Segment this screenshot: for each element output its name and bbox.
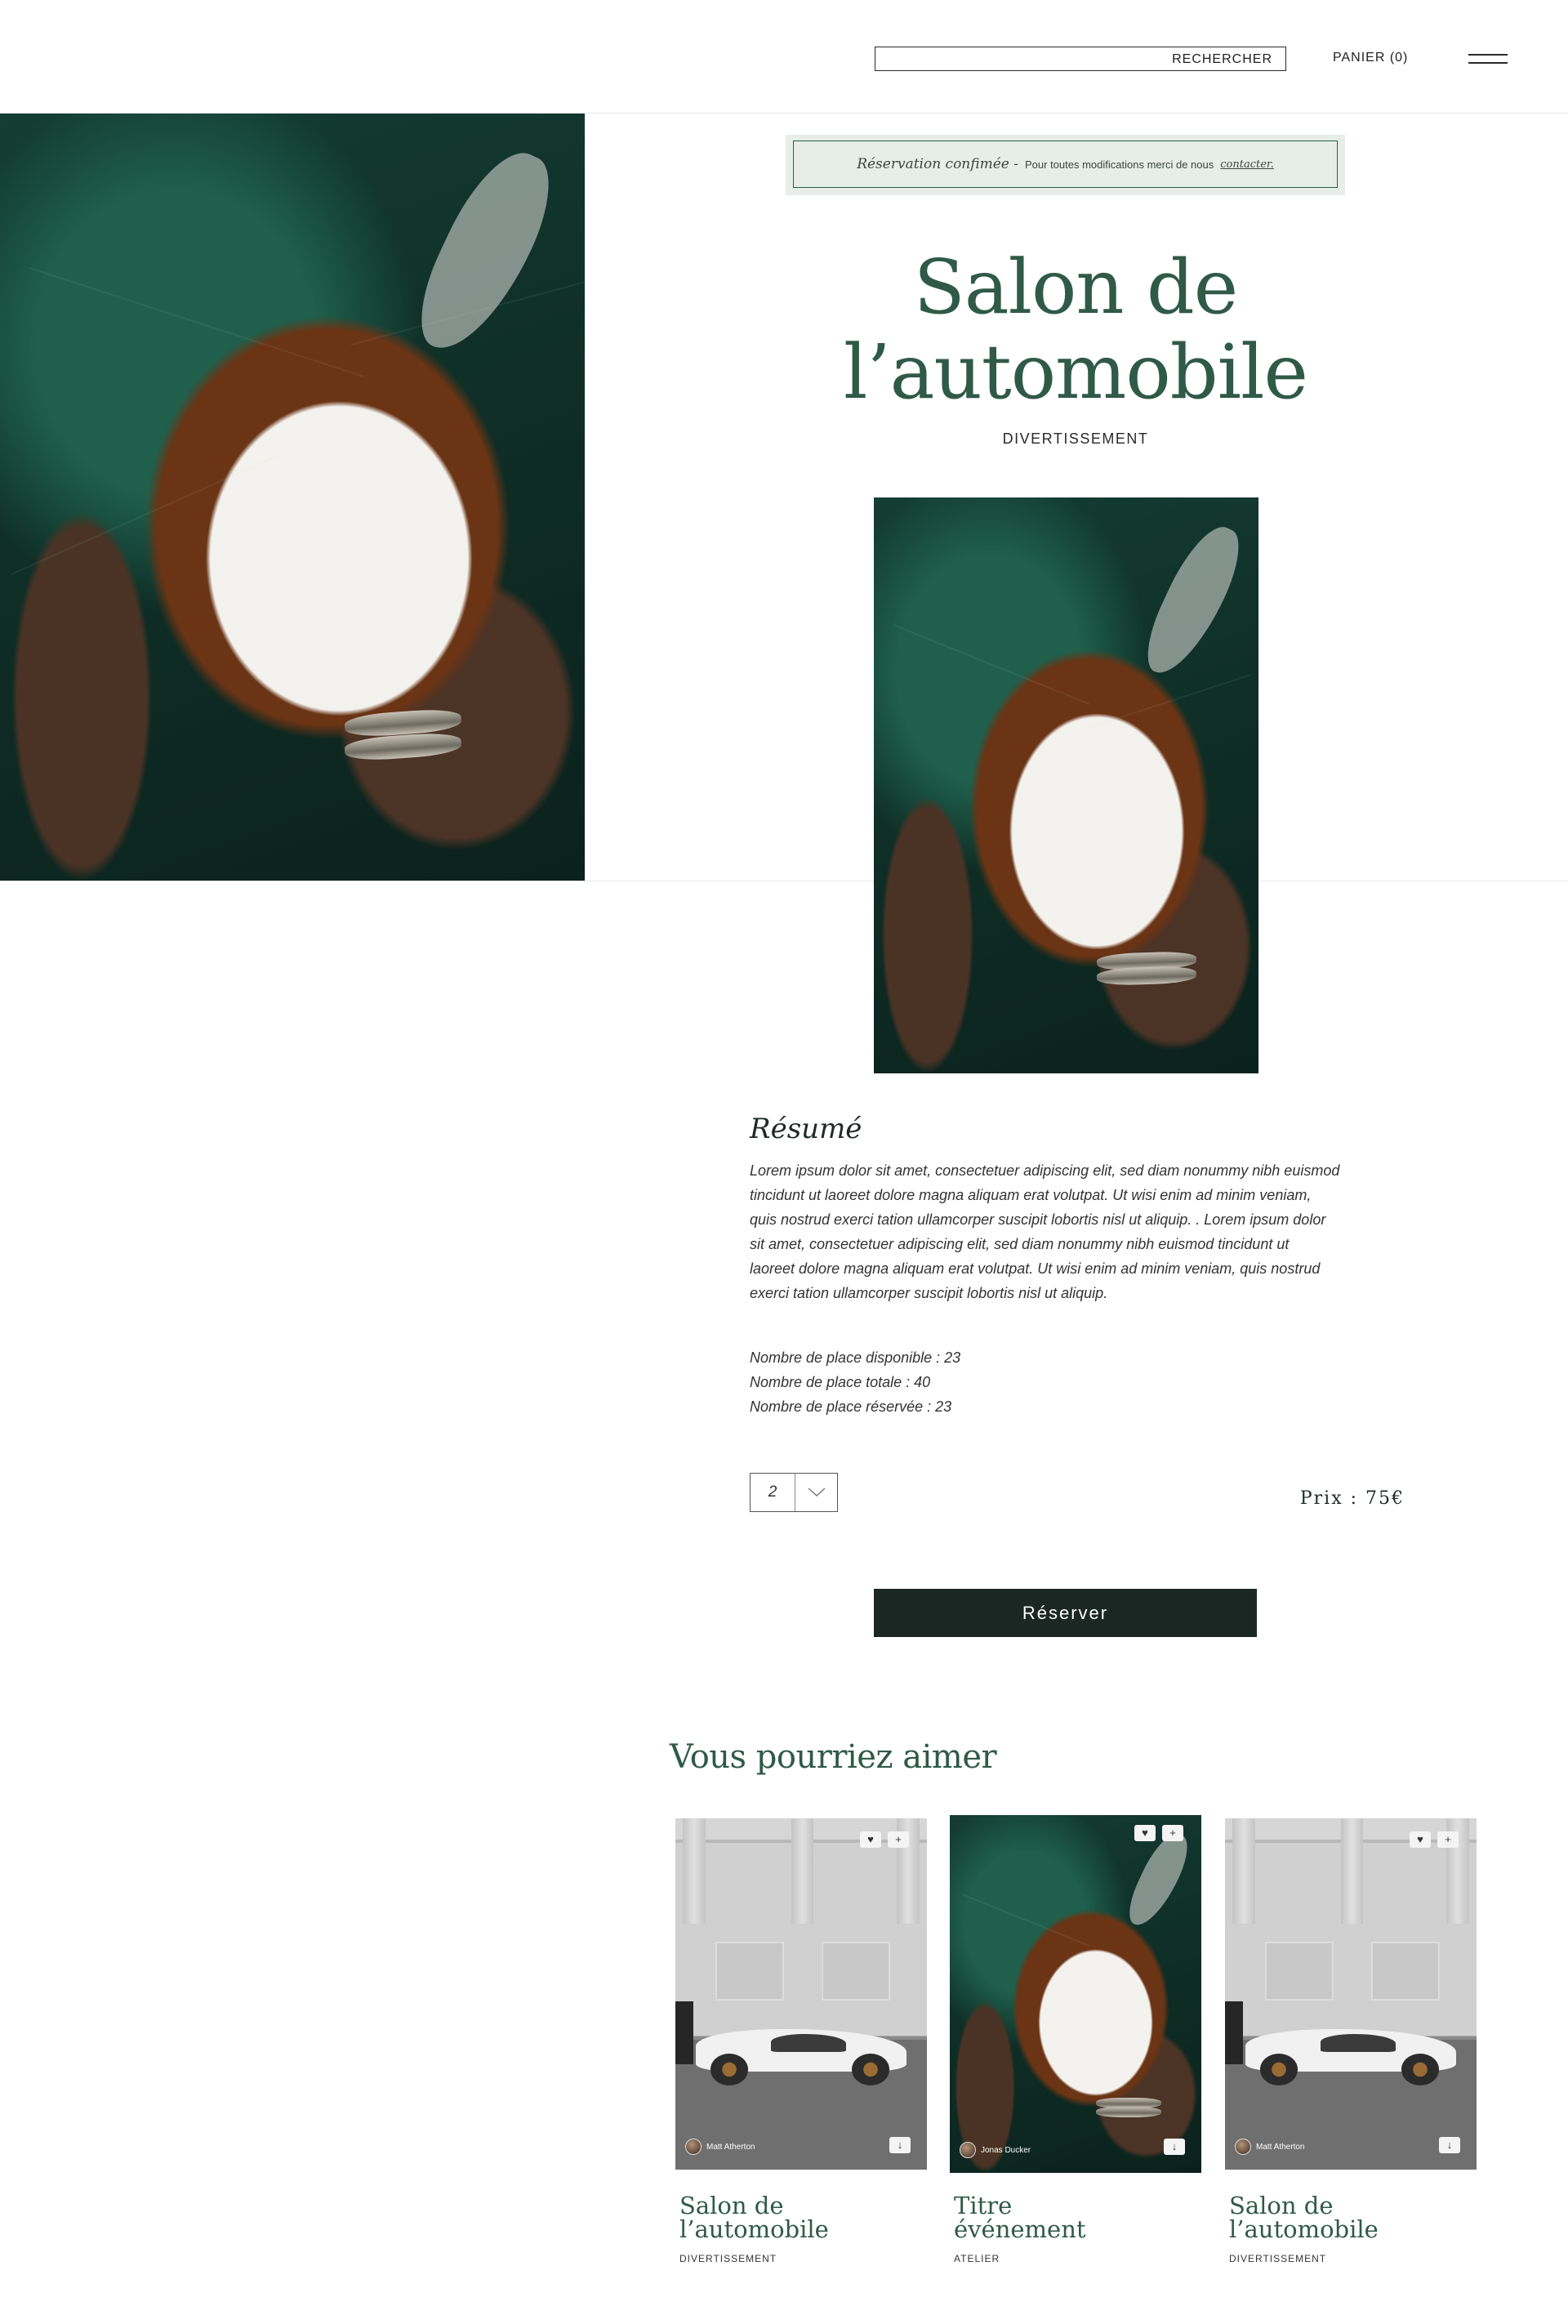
notice-detail: Pour toutes modifications merci de nous [1025,158,1214,171]
event-title-line1: Salon de [913,243,1239,331]
summary-line: exerci tation ullamcorper suscipit lobor… [750,1285,1108,1301]
card-image [675,1818,927,2170]
quantity-value: 2 [751,1474,795,1511]
card-title-line1: Salon de [679,2192,784,2219]
credit-name: Matt Atherton [1256,2142,1305,2152]
search-input[interactable]: RECHERCHER [875,47,1286,71]
card-title[interactable]: Salon de l’automobile [679,2194,829,2241]
plus-icon[interactable]: + [888,1831,909,1848]
avatar [960,2142,976,2158]
photo-credit: Matt Atherton [1235,2139,1304,2155]
card-title-line2: l’automobile [1229,2215,1379,2243]
download-icon[interactable]: ↓ [1164,2139,1185,2155]
card-title[interactable]: Salon de l’automobile [1229,2194,1379,2241]
event-title-line2: l’automobile [844,328,1308,416]
hero-image [0,114,585,881]
avatar [1235,2139,1251,2155]
summary-line: laoreet dolore magna aliquam erat volutp… [750,1260,1321,1277]
avatar [685,2139,702,2155]
heart-icon[interactable]: ♥ [860,1831,881,1848]
seats-total: Nombre de place totale : 40 [750,1374,931,1390]
card-image [1225,1818,1477,2170]
card-title-line1: Titre [954,2192,1013,2219]
card-category: ATELIER [954,2253,1000,2264]
card-category: DIVERTISSEMENT [679,2253,777,2264]
quantity-select[interactable]: 2 [750,1473,838,1512]
plus-icon[interactable]: + [1437,1831,1459,1848]
summary-line: tincidunt ut laoreet dolore magna aliqua… [750,1187,1312,1203]
hamburger-icon[interactable] [1468,52,1508,65]
suggestion-card[interactable]: ♥ + ↓ Jonas Ducker [950,1815,1201,2173]
credit-name: Matt Atherton [706,2142,755,2152]
heart-icon[interactable]: ♥ [1134,1825,1156,1841]
reserve-button[interactable]: Réserver [874,1589,1257,1637]
contact-link[interactable]: contacter. [1220,158,1274,171]
card-title-line2: l’automobile [679,2215,829,2243]
card-title-line2: événement [954,2215,1086,2243]
seats-available: Nombre de place disponible : 23 [750,1349,961,1366]
event-image [874,497,1258,1073]
summary-line: sit amet, consectetuer adipiscing elit, … [750,1236,1290,1252]
suggestions-heading: Vous pourriez aimer [670,1738,997,1776]
download-icon[interactable]: ↓ [889,2137,911,2153]
event-title: Salon de l’automobile [735,245,1416,415]
card-title-line1: Salon de [1229,2192,1334,2219]
plus-icon[interactable]: + [1162,1825,1183,1841]
download-icon[interactable]: ↓ [1439,2137,1460,2153]
cart-link[interactable]: PANIER (0) [1333,51,1408,65]
seats-reserved: Nombre de place réservée : 23 [750,1398,952,1415]
search-label: RECHERCHER [1172,52,1272,66]
notice-message: Réservation confimée - [857,156,1018,172]
summary-line: Lorem ipsum dolor sit amet, consectetuer… [750,1162,1340,1179]
photo-credit: Matt Atherton [685,2139,755,2155]
credit-name: Jonas Ducker [981,2145,1031,2155]
price-label: Prix : 75€ [1299,1488,1405,1509]
summary-heading: Résumé [750,1113,862,1145]
confirmation-notice-frame: Réservation confimée - Pour toutes modif… [793,141,1338,188]
card-title[interactable]: Titre événement [954,2194,1086,2241]
heart-icon[interactable]: ♥ [1410,1831,1431,1848]
photo-credit: Jonas Ducker [960,2142,1031,2158]
seat-info: Nombre de place disponible : 23 Nombre d… [750,1345,960,1419]
chevron-down-icon[interactable] [795,1474,837,1511]
card-category: DIVERTISSEMENT [1229,2253,1327,2264]
suggestion-card[interactable]: ♥ + ↓ Matt Atherton [675,1818,927,2170]
suggestion-card[interactable]: ♥ + ↓ Matt Atherton [1225,1818,1477,2170]
event-category: DIVERTISSEMENT [1002,430,1149,447]
card-image [950,1815,1201,2173]
summary-text: Lorem ipsum dolor sit amet, consectetuer… [750,1158,1419,1305]
summary-line: quis nostrud exerci tation ullamcorper s… [750,1211,1326,1228]
